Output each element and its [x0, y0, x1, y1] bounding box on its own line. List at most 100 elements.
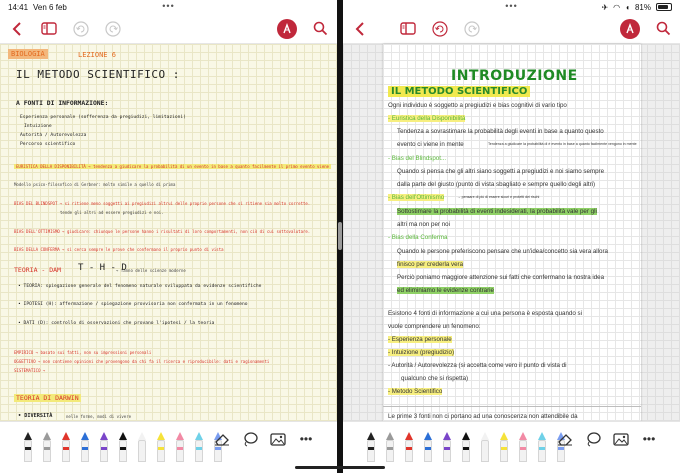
note-line-6: BIAS DELLA CONFERMA → si cerca sempre le…	[14, 247, 224, 252]
lasso-icon[interactable]	[584, 430, 602, 448]
multitask-dots[interactable]: •••	[162, 1, 174, 11]
black-pencil-tool[interactable]	[365, 430, 377, 462]
back-icon[interactable]	[8, 20, 26, 38]
gray-pencil-band	[387, 447, 393, 450]
blue-pen-tool[interactable]	[79, 430, 91, 462]
bullet-3: Autorità / Autorevolezza	[20, 133, 87, 138]
right-pen-tray	[365, 424, 567, 462]
cyan-highlighter-tip	[538, 432, 546, 440]
red-pen-tool[interactable]	[60, 430, 72, 462]
rn-line-20: - Esperienza personale	[388, 336, 452, 343]
bullet-2: Intuizione	[24, 124, 52, 129]
teoria-dam-heading: TEORIA - DAM	[14, 266, 61, 274]
rn-line-24: - Metodo Scientifico	[388, 388, 443, 395]
black-pencil-tool[interactable]	[22, 430, 34, 462]
diversita-note: nelle forme, modi di vivere	[66, 414, 132, 419]
purple-pen-tool[interactable]	[441, 430, 453, 462]
gray-pencil-tool[interactable]	[384, 430, 396, 462]
handwritten-note-page[interactable]: BIOLOGIA LEZIONE 6 IL METODO SCIENTIFICO…	[0, 44, 337, 421]
sidebar-icon[interactable]	[399, 20, 417, 38]
rn-line-24-text: - Metodo Scientifico	[388, 388, 443, 395]
undo-icon[interactable]	[431, 20, 449, 38]
black-pencil-body	[24, 440, 32, 462]
undo-icon[interactable]	[72, 20, 90, 38]
purple-pen-tip	[100, 432, 108, 440]
redo-icon[interactable]	[104, 20, 122, 38]
cyan-highlighter-tool[interactable]	[536, 430, 548, 462]
headphones-icon: ◖	[625, 2, 630, 12]
purple-pen-body	[100, 440, 108, 462]
note-line-2: Modello psico-filosofico di Gerbner: mol…	[14, 182, 176, 187]
cyan-highlighter-body	[195, 440, 203, 462]
yellow-highlighter-body	[500, 440, 508, 462]
split-view-handle[interactable]	[338, 222, 342, 250]
image-icon[interactable]	[269, 430, 287, 448]
battery-fill	[658, 5, 668, 9]
more-icon[interactable]: •••	[297, 430, 315, 448]
white-marker-tip	[138, 432, 146, 440]
darwin-heading: TEORIA DI DARWIN	[14, 394, 81, 402]
note-line-5: BIAS DELL'OTTIMISMO → giudicare: chiunqu…	[14, 229, 311, 234]
rn-line-15-text: finisco per crederla vera	[397, 261, 464, 268]
subject-tag-text: BIOLOGIA	[8, 49, 48, 59]
red-pen-body	[405, 440, 413, 462]
diversita-text: DIVERSITÀ	[24, 413, 53, 419]
yellow-highlighter-tool[interactable]	[498, 430, 510, 462]
blue-pen-band	[82, 447, 88, 450]
pink-highlighter-body	[176, 440, 184, 462]
white-marker-band	[139, 447, 145, 450]
lesson-tag: LEZIONE 6	[78, 51, 116, 59]
black-fineliner-band	[463, 447, 469, 450]
image-icon[interactable]	[612, 430, 630, 448]
red-pen-tool[interactable]	[403, 430, 415, 462]
right-pane: ••• ✈ ◠ ◖ 81% INTRODUZIONE IL METODO SCI…	[343, 0, 680, 473]
cyan-highlighter-tool[interactable]	[193, 430, 205, 462]
search-icon[interactable]	[311, 20, 329, 38]
black-fineliner-tool[interactable]	[460, 430, 472, 462]
pink-highlighter-tool[interactable]	[174, 430, 186, 462]
rn-line-3: Tendenza a sovrastimare la probabilità d…	[397, 128, 604, 135]
purple-pen-tip	[443, 432, 451, 440]
rn-line-4: evento ci viene in mente	[397, 141, 464, 148]
sidebar-icon[interactable]	[40, 20, 58, 38]
black-pencil-tip	[24, 432, 32, 440]
section-heading: A FONTI DI INFORMAZIONE:	[16, 99, 109, 107]
pen-icon[interactable]	[277, 18, 297, 39]
rn-line-23: qualcuno che si rispetta)	[401, 375, 469, 382]
white-marker-tool[interactable]	[479, 430, 491, 462]
black-pencil-body	[367, 440, 375, 462]
dati-def: • DATI (D): controllo di osservazioni ch…	[18, 321, 215, 326]
multitask-dots-right[interactable]: •••	[505, 1, 517, 11]
gray-pencil-tool[interactable]	[41, 430, 53, 462]
yellow-highlighter-tool[interactable]	[155, 430, 167, 462]
white-marker-body	[481, 440, 489, 462]
empirico-line: EMPIRICO → basato sui fatti, non su impr…	[14, 350, 152, 355]
pink-highlighter-band	[520, 447, 526, 450]
eraser-icon[interactable]	[213, 430, 231, 448]
eraser-icon[interactable]	[556, 430, 574, 448]
white-marker-tool[interactable]	[136, 430, 148, 462]
darwin-heading-text: TEORIA DI DARWIN	[14, 394, 81, 402]
blue-pen-tip	[424, 432, 432, 440]
pen-icon[interactable]	[620, 18, 640, 39]
search-icon[interactable]	[654, 20, 672, 38]
purple-pen-band	[101, 447, 107, 450]
rn-line-12: altri ma non per noi	[397, 221, 450, 228]
rn-line-16: Perciò poniamo maggiore attenzione sui f…	[397, 274, 605, 281]
teoria-def-text: TEORIA: spiegazione generale del fenomen…	[23, 284, 262, 289]
intro-title: INTRODUZIONE	[451, 68, 578, 84]
back-icon[interactable]	[351, 20, 369, 38]
home-indicator[interactable]	[295, 466, 385, 469]
rn-line-21-text: - Intuizione (pregiudizio)	[388, 349, 455, 356]
white-marker-body	[138, 440, 146, 462]
purple-pen-tool[interactable]	[98, 430, 110, 462]
lasso-icon[interactable]	[241, 430, 259, 448]
black-fineliner-tool[interactable]	[117, 430, 129, 462]
more-icon[interactable]: •••	[640, 430, 658, 448]
redo-icon[interactable]	[463, 20, 481, 38]
typed-note-page[interactable]: INTRODUZIONE IL METODO SCIENTIFICO Ogni …	[383, 44, 641, 421]
pink-highlighter-tool[interactable]	[517, 430, 529, 462]
black-fineliner-tip	[462, 432, 470, 440]
airplane-icon: ✈	[601, 2, 609, 12]
blue-pen-tool[interactable]	[422, 430, 434, 462]
